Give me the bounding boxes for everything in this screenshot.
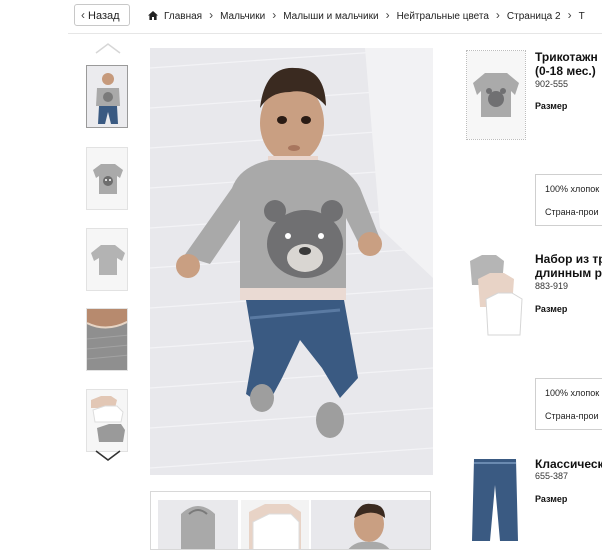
- product-image-2[interactable]: [466, 251, 526, 341]
- header-divider: [68, 33, 602, 34]
- product-image-1[interactable]: [466, 50, 526, 140]
- product-title-3[interactable]: Классическ: [535, 457, 602, 471]
- home-icon[interactable]: [148, 11, 158, 20]
- breadcrumb-home[interactable]: Главная: [164, 11, 202, 22]
- chevron-right-icon: ›: [272, 8, 277, 22]
- chevron-left-icon: ‹: [81, 8, 85, 22]
- chevron-right-icon: ›: [567, 8, 572, 22]
- product-title-1[interactable]: Трикотажн (0-18 мес.): [535, 50, 598, 78]
- size-label-3: Размер: [535, 494, 568, 504]
- chevron-right-icon: ›: [495, 8, 500, 22]
- product-title-2[interactable]: Набор из тр длинным р: [535, 252, 602, 280]
- thumbnail-3[interactable]: [86, 228, 128, 291]
- chevron-down-icon[interactable]: [93, 450, 123, 462]
- chevron-right-icon: ›: [385, 8, 390, 22]
- product-code-3: 655-387: [535, 471, 569, 481]
- material-text: 100% хлопок: [545, 388, 600, 398]
- country-label: Страна-прои: [545, 411, 599, 421]
- chevron-right-icon: ›: [209, 8, 214, 22]
- thumbnail-5[interactable]: [86, 389, 128, 452]
- breadcrumb-page2[interactable]: Страница 2: [507, 11, 561, 22]
- size-label-1: Размер: [535, 101, 568, 111]
- breadcrumb-toddlers[interactable]: Малыши и мальчики: [283, 11, 378, 22]
- thumbnail-1[interactable]: [86, 65, 128, 128]
- breadcrumb-neutral[interactable]: Нейтральные цвета: [397, 11, 489, 22]
- product-image-3[interactable]: [466, 455, 526, 545]
- country-label: Страна-прои: [545, 207, 599, 217]
- breadcrumb: Главная › Мальчики › Малыши и мальчики › Нейтр…: [148, 8, 585, 22]
- breadcrumb-current[interactable]: Т: [579, 11, 585, 22]
- material-text: 100% хлопок: [545, 184, 600, 194]
- back-button-label: Назад: [88, 10, 120, 22]
- size-label-2: Размер: [535, 304, 568, 314]
- outfit-image-strip[interactable]: [150, 491, 431, 550]
- breadcrumb-boys[interactable]: Мальчики: [220, 11, 265, 22]
- product-info-box-2: 100% хлопок Страна-прои: [535, 378, 602, 430]
- product-code-2: 883-919: [535, 281, 569, 291]
- main-product-image: [150, 48, 433, 475]
- back-button[interactable]: ‹ Назад: [74, 4, 130, 26]
- thumbnail-4[interactable]: [86, 308, 128, 371]
- chevron-up-icon[interactable]: [93, 42, 123, 54]
- product-code-1: 902-555: [535, 79, 569, 89]
- product-info-box-1: 100% хлопок Страна-прои: [535, 174, 602, 226]
- thumbnail-2[interactable]: [86, 147, 128, 210]
